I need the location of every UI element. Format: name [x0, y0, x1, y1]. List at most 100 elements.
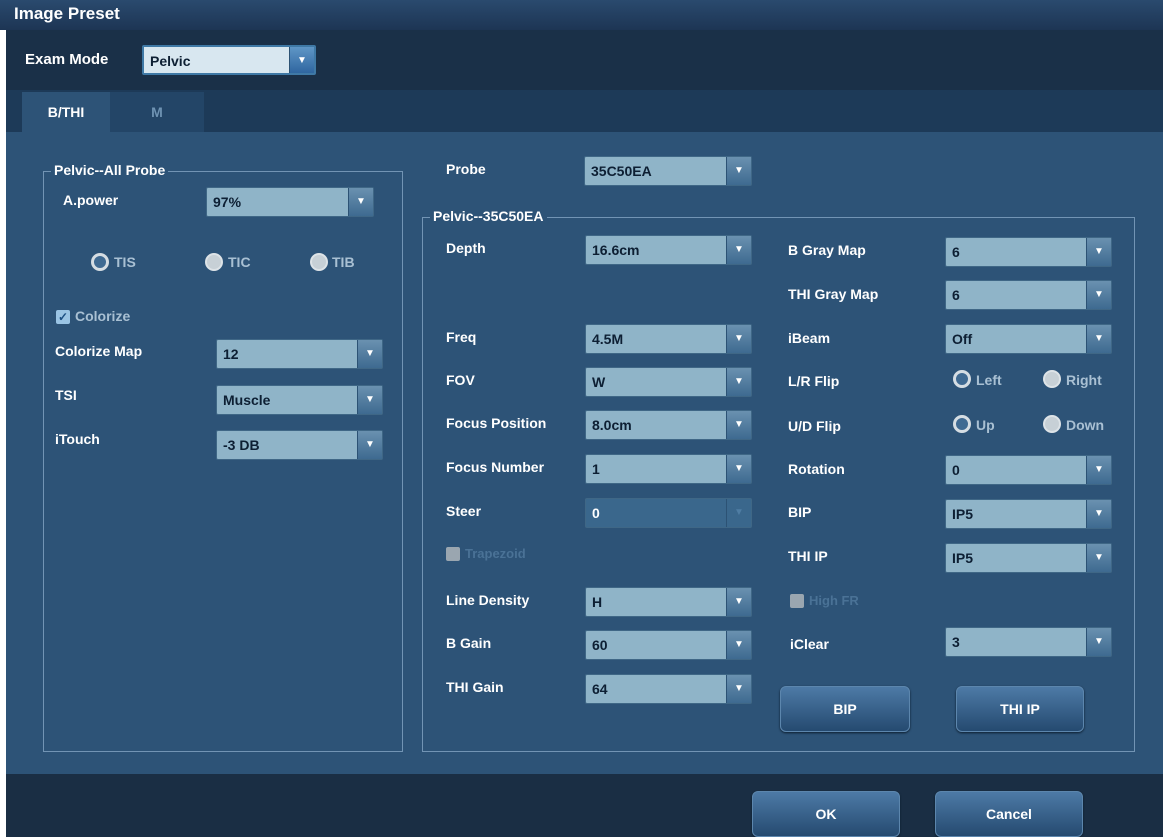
colorize-checkbox[interactable]: ✓ — [56, 310, 70, 324]
thi-ip-dropdown[interactable]: IP5 ▼ — [945, 543, 1112, 573]
depth-value: 16.6cm — [592, 242, 640, 258]
rotation-dropdown[interactable]: 0 ▼ — [945, 455, 1112, 485]
chevron-down-icon[interactable]: ▼ — [726, 236, 751, 264]
probe-dropdown[interactable]: 35C50EA ▼ — [584, 156, 752, 186]
exam-mode-value: Pelvic — [150, 53, 191, 69]
right-radio[interactable] — [1043, 370, 1061, 388]
line-density-value: H — [592, 594, 603, 610]
down-radio[interactable] — [1043, 415, 1061, 433]
tab-m[interactable]: M — [110, 92, 204, 132]
up-label: Up — [976, 417, 995, 433]
b-gray-map-dropdown[interactable]: 6 ▼ — [945, 237, 1112, 267]
tic-label: TIC — [228, 254, 251, 270]
rotation-label: Rotation — [788, 461, 845, 477]
iclear-value: 3 — [952, 634, 960, 650]
apower-value: 97% — [213, 194, 242, 210]
thi-ip-value: IP5 — [952, 550, 974, 566]
chevron-down-icon[interactable]: ▼ — [1086, 281, 1111, 309]
freq-dropdown[interactable]: 4.5M ▼ — [585, 324, 752, 354]
focus-number-dropdown[interactable]: 1 ▼ — [585, 454, 752, 484]
left-radio[interactable] — [953, 370, 971, 388]
tab-b-thi[interactable]: B/THI — [22, 92, 110, 132]
chevron-down-icon[interactable]: ▼ — [1086, 456, 1111, 484]
chevron-down-icon[interactable]: ▼ — [726, 588, 751, 616]
bip-value: IP5 — [952, 506, 974, 522]
iclear-label: iClear — [790, 636, 829, 652]
chevron-down-icon[interactable]: ▼ — [726, 631, 751, 659]
chevron-down-icon[interactable]: ▼ — [726, 455, 751, 483]
b-gain-value: 60 — [592, 637, 608, 653]
thi-gray-map-value: 6 — [952, 287, 960, 303]
tib-label: TIB — [332, 254, 355, 270]
chevron-down-icon[interactable]: ▼ — [1086, 325, 1111, 353]
steer-dropdown: 0 ▼ — [585, 498, 752, 528]
itouch-value: -3 DB — [223, 437, 260, 453]
depth-dropdown[interactable]: 16.6cm ▼ — [585, 235, 752, 265]
exam-mode-dropdown[interactable]: Pelvic ▼ — [142, 45, 316, 75]
chevron-down-icon[interactable]: ▼ — [726, 368, 751, 396]
thi-ip-button[interactable]: THI IP — [956, 686, 1084, 732]
tis-radio[interactable] — [91, 253, 109, 271]
depth-label: Depth — [446, 240, 486, 256]
apower-dropdown[interactable]: 97% ▼ — [206, 187, 374, 217]
itouch-dropdown[interactable]: -3 DB ▼ — [216, 430, 383, 460]
b-gain-dropdown[interactable]: 60 ▼ — [585, 630, 752, 660]
chevron-down-icon[interactable]: ▼ — [726, 411, 751, 439]
iclear-dropdown[interactable]: 3 ▼ — [945, 627, 1112, 657]
thi-gain-dropdown[interactable]: 64 ▼ — [585, 674, 752, 704]
chevron-down-icon[interactable]: ▼ — [726, 157, 751, 185]
chevron-down-icon[interactable]: ▼ — [1086, 628, 1111, 656]
chevron-down-icon[interactable]: ▼ — [726, 325, 751, 353]
bip-dropdown[interactable]: IP5 ▼ — [945, 499, 1112, 529]
chevron-down-icon[interactable]: ▼ — [1086, 500, 1111, 528]
probe-settings-group-title: Pelvic--35C50EA — [430, 208, 547, 224]
probe-value: 35C50EA — [591, 163, 652, 179]
thi-gain-label: THI Gain — [446, 679, 504, 695]
fov-dropdown[interactable]: W ▼ — [585, 367, 752, 397]
tis-label: TIS — [114, 254, 136, 270]
high-fr-label: High FR — [809, 593, 859, 608]
cancel-button[interactable]: Cancel — [935, 791, 1083, 837]
rotation-value: 0 — [952, 462, 960, 478]
chevron-down-icon[interactable]: ▼ — [289, 47, 314, 73]
high-fr-checkbox — [790, 594, 804, 608]
ibeam-dropdown[interactable]: Off ▼ — [945, 324, 1112, 354]
b-gain-label: B Gain — [446, 635, 492, 651]
colorize-map-label: Colorize Map — [55, 343, 143, 359]
bip-label: BIP — [788, 504, 812, 520]
ok-button[interactable]: OK — [752, 791, 900, 837]
b-gray-map-label: B Gray Map — [788, 242, 866, 258]
focus-number-label: Focus Number — [446, 459, 545, 475]
chevron-down-icon[interactable]: ▼ — [726, 675, 751, 703]
chevron-down-icon[interactable]: ▼ — [357, 386, 382, 414]
tib-radio[interactable] — [310, 253, 328, 271]
thi-gray-map-dropdown[interactable]: 6 ▼ — [945, 280, 1112, 310]
chevron-down-icon[interactable]: ▼ — [357, 431, 382, 459]
bip-button[interactable]: BIP — [780, 686, 910, 732]
colorize-map-dropdown[interactable]: 12 ▼ — [216, 339, 383, 369]
apower-label: A.power — [63, 192, 119, 208]
line-density-label: Line Density — [446, 592, 530, 608]
chevron-down-icon[interactable]: ▼ — [357, 340, 382, 368]
steer-value: 0 — [592, 505, 600, 521]
focus-position-label: Focus Position — [446, 415, 547, 431]
chevron-down-icon: ▼ — [726, 499, 751, 527]
tsi-dropdown[interactable]: Muscle ▼ — [216, 385, 383, 415]
tic-radio[interactable] — [205, 253, 223, 271]
focus-position-dropdown[interactable]: 8.0cm ▼ — [585, 410, 752, 440]
left-label: Left — [976, 372, 1002, 388]
ibeam-label: iBeam — [788, 330, 831, 346]
freq-value: 4.5M — [592, 331, 624, 347]
chevron-down-icon[interactable]: ▼ — [1086, 544, 1111, 572]
chevron-down-icon[interactable]: ▼ — [348, 188, 373, 216]
focus-number-value: 1 — [592, 461, 600, 477]
chevron-down-icon[interactable]: ▼ — [1086, 238, 1111, 266]
focus-position-value: 8.0cm — [592, 417, 632, 433]
thi-gain-value: 64 — [592, 681, 608, 697]
tsi-value: Muscle — [223, 392, 271, 408]
line-density-dropdown[interactable]: H ▼ — [585, 587, 752, 617]
all-probe-group-title: Pelvic--All Probe — [51, 162, 169, 178]
lr-flip-label: L/R Flip — [788, 373, 840, 389]
trapezoid-checkbox — [446, 547, 460, 561]
up-radio[interactable] — [953, 415, 971, 433]
